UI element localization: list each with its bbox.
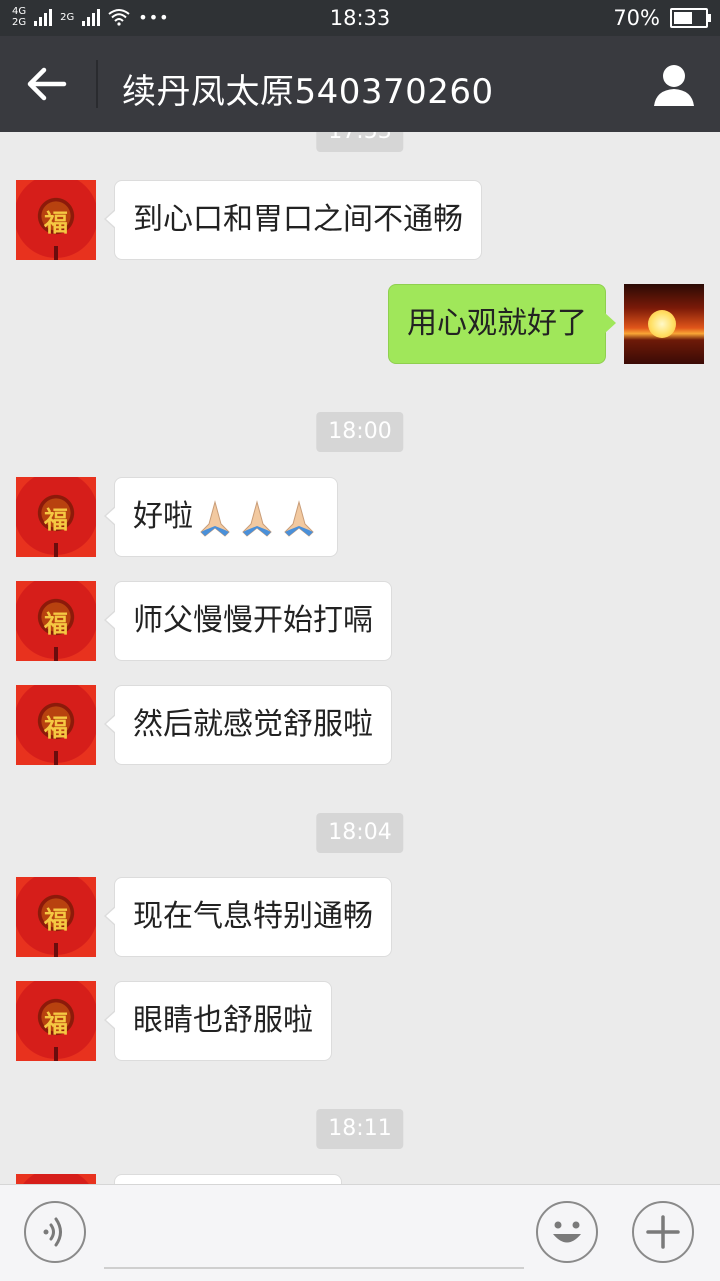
smiley-icon [553,1221,581,1243]
avatar-tassel [54,751,58,765]
avatar-tassel [54,647,58,661]
message-bubble-in[interactable]: 好啦 [104,477,338,557]
pray-hands-icon [284,499,314,537]
contact-avatar[interactable]: 福 [16,981,96,1061]
message-bubble-in[interactable]: 然后就感觉舒服啦 [104,685,392,765]
back-button[interactable] [22,62,72,106]
emoji-button[interactable] [536,1201,598,1263]
time-badge: 18:04 [316,813,404,853]
contact-avatar[interactable]: 福 [16,477,96,557]
status-right: 70% [613,6,711,30]
pray-hands-icon [242,499,272,537]
person-icon [654,65,694,106]
message-text: 现在气息特别通畅 [133,899,373,934]
voice-icon [43,1217,62,1247]
contact-avatar[interactable]: 福 [16,180,96,260]
time-badge: 18:00 [316,412,404,452]
clock: 18:33 [329,6,391,30]
contact-avatar[interactable]: 福 [16,877,96,957]
plus-icon [646,1215,680,1249]
profile-button[interactable] [652,62,696,108]
avatar-tassel [54,943,58,957]
message-text: 眼睛也舒服啦 [133,1003,313,1038]
title-divider [96,60,98,108]
avatar-tassel [54,1047,58,1061]
voice-button[interactable] [24,1201,86,1263]
status-bar: 4G 2G 2G ••• 18:33 70% [0,0,720,36]
battery-percent: 70% [613,6,660,30]
input-bar [0,1184,720,1281]
avatar-tassel [54,543,58,557]
avatar-tassel [54,246,58,260]
time-badge: 17:53 [316,132,404,152]
sunset-image [648,310,676,338]
message-text: 到心口和胃口之间不通畅 [133,202,463,237]
message-bubble-in[interactable]: 现在气息特别通畅 [104,877,392,957]
contact-avatar[interactable]: 福 [16,685,96,765]
message-text: 然后就感觉舒服啦 [133,707,373,742]
plus-button[interactable] [632,1201,694,1263]
arrow-left-icon [27,67,67,101]
battery-icon [670,8,711,28]
message-text: 师父慢慢开始打嗝 [133,603,373,638]
message-text: 好啦 [133,499,193,534]
pray-hands-icon [200,499,230,537]
title-bar: 续丹凤太原540370260 [0,36,720,132]
message-input[interactable] [104,1205,524,1269]
message-bubble-in[interactable]: 眼睛也舒服啦 [104,981,332,1061]
chat-area[interactable]: 17:53 福 到心口和胃口之间不通畅 用心观就好了 18:00 福 好啦 福 … [0,132,720,1184]
chat-title: 续丹凤太原540370260 [122,72,494,112]
time-badge: 18:11 [316,1109,404,1149]
message-bubble-in[interactable]: 师父慢慢开始打嗝 [104,581,392,661]
message-text: 用心观就好了 [407,306,587,341]
message-bubble-out[interactable]: 用心观就好了 [388,284,616,364]
contact-avatar[interactable] [16,1174,96,1184]
contact-avatar[interactable]: 福 [16,581,96,661]
message-bubble-in[interactable] [114,1174,342,1184]
message-bubble-in[interactable]: 到心口和胃口之间不通畅 [104,180,482,260]
self-avatar[interactable] [624,284,704,364]
